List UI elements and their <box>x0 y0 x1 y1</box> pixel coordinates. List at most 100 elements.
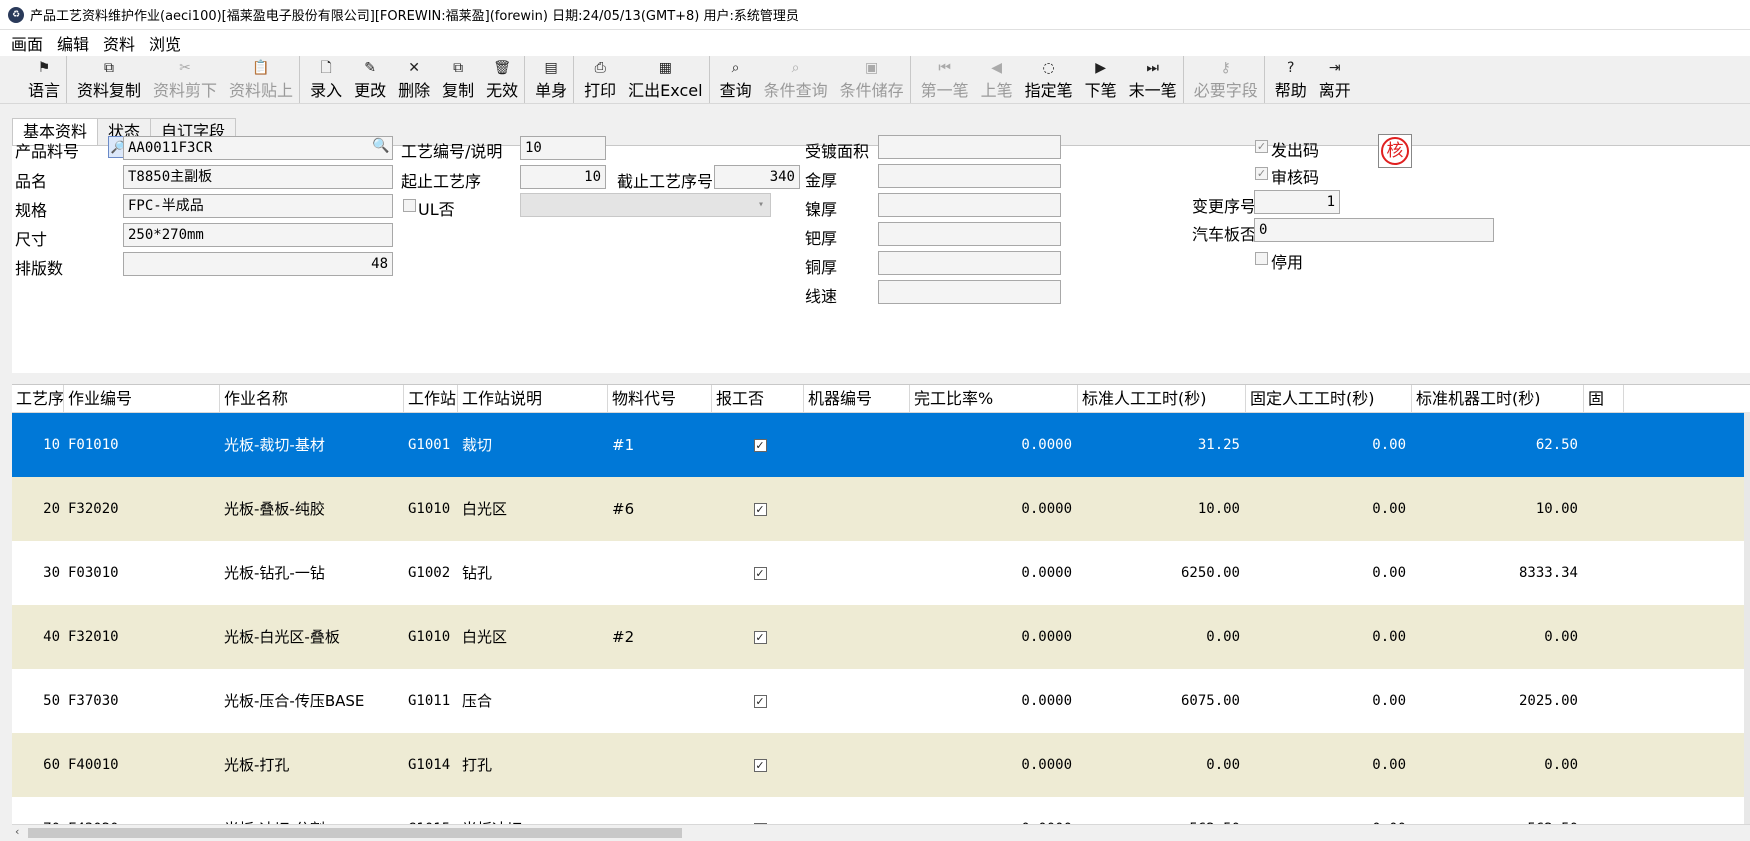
toolbar-button-17[interactable]: ◌ 指定笔 <box>1019 56 1079 103</box>
table-row[interactable]: 40 F32010 光板-白光区-叠板 G1010 白光区 #2 ✓ 0.0000 0.00 0.… <box>12 605 1750 669</box>
toolbar-button-11[interactable]: ▦ 汇出Excel <box>622 56 710 103</box>
toolbar-button-label: 复制 <box>442 80 475 100</box>
table-row[interactable]: 10 F01010 光板-裁切-基材 G1001 裁切 #1 ✓ 0.0000 31.25 0.0… <box>12 413 1750 477</box>
toolbar-button-19[interactable]: ⏭ 末一笔 <box>1123 56 1184 103</box>
menu-item-2[interactable]: 资料 <box>96 31 142 55</box>
toolbar-button-18[interactable]: ▶ 下笔 <box>1079 56 1123 103</box>
table-cell <box>612 733 712 797</box>
report-checkbox[interactable]: ✓ <box>753 503 767 516</box>
start-process-field[interactable]: 10 <box>520 165 606 189</box>
menu-item-1[interactable]: 编辑 <box>50 31 96 55</box>
ul-checkbox[interactable] <box>403 199 416 212</box>
toolbar-button-label: 帮助 <box>1274 80 1307 100</box>
column-header[interactable]: 工艺序 <box>12 385 64 413</box>
table-cell <box>808 413 910 477</box>
vertical-scrollbar[interactable] <box>1744 412 1750 824</box>
toolbar-button-label: 资料复制 <box>77 80 142 100</box>
table-cell: 0.0000 <box>1021 629 1072 645</box>
size-field[interactable]: 250*270mm <box>123 223 393 247</box>
table-cell: 光板-叠板-纯胶 <box>224 500 325 518</box>
table-cell: 裁切 <box>462 436 493 454</box>
toolbar-button-3[interactable]: 📋 资料贴上 <box>223 56 301 103</box>
toolbar-button-2[interactable]: ✂ 资料剪下 <box>147 56 223 103</box>
table-row[interactable]: 50 F37030 光板-压合-传压BASE G1011 压合 ✓ 0.0000 6075.0… <box>12 669 1750 733</box>
column-header[interactable]: 报工否 <box>712 385 804 413</box>
column-header[interactable]: 作业编号 <box>64 385 220 413</box>
table-cell <box>808 733 910 797</box>
layout-count-field[interactable]: 48 <box>123 252 393 276</box>
copper-thickness-field[interactable] <box>878 251 1061 275</box>
column-header[interactable]: 标准机器工时(秒) <box>1412 385 1584 413</box>
column-header[interactable]: 固 <box>1584 385 1624 413</box>
ul-select[interactable]: ▾ <box>520 193 771 217</box>
table-cell: G1001 <box>408 437 451 453</box>
toolbar-button-label: 打印 <box>584 80 617 100</box>
toolbar-button-0[interactable]: ⚑ 语言 <box>22 56 68 103</box>
table-row[interactable]: 70F43020光板-冲切-分割G1015光板冲切✓0.0000562.500.… <box>12 797 1750 824</box>
table-cell: 10 <box>43 437 60 453</box>
toolbar-button-6[interactable]: ✕ 删除 <box>392 56 436 103</box>
plating-area-field[interactable] <box>878 135 1061 159</box>
toolbar-button-12[interactable]: ⌕ 查询 <box>714 56 758 103</box>
search-icon[interactable]: 🔍 <box>372 138 389 154</box>
report-checkbox[interactable]: ✓ <box>753 631 767 644</box>
audit-code-checkbox[interactable]: ✓ <box>1255 167 1268 180</box>
disabled-checkbox[interactable] <box>1255 252 1268 265</box>
table-row[interactable]: 60 F40010 光板-打孔 G1014 打孔 ✓ 0.0000 0.00 0.00 0.00 <box>12 733 1750 797</box>
scroll-thumb[interactable] <box>28 828 682 838</box>
condition-save-icon: ▣ <box>864 59 879 76</box>
toolbar-button-5[interactable]: ✎ 更改 <box>348 56 392 103</box>
scroll-left-icon[interactable]: ‹ <box>15 825 19 838</box>
product-no-label: 产品料号 <box>15 142 80 161</box>
issue-code-checkbox[interactable]: ✓ <box>1255 140 1268 153</box>
end-process-field[interactable]: 340 <box>714 165 800 189</box>
process-no-field[interactable]: 10 <box>520 136 606 160</box>
auto-board-field[interactable]: 0 <box>1254 218 1494 242</box>
product-name-field[interactable]: T8850主副板 <box>123 165 393 189</box>
spec-field[interactable]: FPC-半成品 <box>123 194 393 218</box>
table-row[interactable]: 20 F32020 光板-叠板-纯胶 G1010 白光区 #6 ✓ 0.0000 10.00 0.… <box>12 477 1750 541</box>
line-speed-field[interactable] <box>878 280 1061 304</box>
column-header[interactable]: 工作站说明 <box>458 385 608 413</box>
column-header[interactable]: 物料代号 <box>608 385 712 413</box>
toolbar-button-1[interactable]: ⧉ 资料复制 <box>71 56 147 103</box>
report-checkbox[interactable]: ✓ <box>753 695 767 708</box>
toolbar-button-8[interactable]: 🗑 无效 <box>480 56 526 103</box>
table-cell: 562.50 <box>1412 797 1578 824</box>
column-header[interactable]: 机器编号 <box>804 385 910 413</box>
toolbar-button-4[interactable]: 🗋 录入 <box>304 56 348 103</box>
table-cell: 0.00 <box>1246 797 1406 824</box>
toolbar-button-13[interactable]: ⌕ 条件查询 <box>758 56 834 103</box>
report-checkbox[interactable]: ✓ <box>753 567 767 580</box>
toolbar-button-21[interactable]: ? 帮助 <box>1269 56 1313 103</box>
toolbar-button-14[interactable]: ▣ 条件储存 <box>834 56 911 103</box>
report-checkbox[interactable]: ✓ <box>753 759 767 772</box>
toolbar-button-label: 上笔 <box>980 80 1013 100</box>
toolbar-button-10[interactable]: ⎙ 打印 <box>578 56 622 103</box>
gold-thickness-field[interactable] <box>878 164 1061 188</box>
toolbar-button-16[interactable]: ◀ 上笔 <box>975 56 1019 103</box>
key-icon: ⚷ <box>1220 59 1231 76</box>
column-header[interactable]: 固定人工工时(秒) <box>1246 385 1412 413</box>
toolbar-button-20[interactable]: ⚷ 必要字段 <box>1188 56 1265 103</box>
column-header[interactable]: 标准人工工时(秒) <box>1078 385 1246 413</box>
column-header[interactable]: 作业名称 <box>220 385 404 413</box>
toolbar-button-7[interactable]: ⧉ 复制 <box>436 56 480 103</box>
product-no-field[interactable]: AA0011F3CR <box>123 136 393 160</box>
window-title: 产品工艺资料维护作业(aeci100)[福莱盈电子股份有限公司][FOREWIN… <box>30 9 799 24</box>
toolbar-button-22[interactable]: ⇥ 离开 <box>1313 56 1357 103</box>
menu-item-3[interactable]: 浏览 <box>142 31 188 55</box>
toolbar-button-label: 条件查询 <box>763 80 828 100</box>
palladium-thickness-field[interactable] <box>878 222 1061 246</box>
toolbar-button-15[interactable]: ⏮ 第一笔 <box>915 56 975 103</box>
column-header[interactable]: 工作站 <box>404 385 458 413</box>
report-checkbox[interactable]: ✓ <box>753 439 767 452</box>
menu-item-0[interactable]: 画面 <box>4 31 50 55</box>
change-seq-field[interactable]: 1 <box>1254 190 1340 214</box>
table-cell: 50 <box>43 693 60 709</box>
column-header[interactable]: 完工比率% <box>910 385 1078 413</box>
horizontal-scrollbar[interactable]: ‹ <box>12 824 1750 841</box>
nickel-thickness-field[interactable] <box>878 193 1061 217</box>
toolbar-button-9[interactable]: ▤ 单身 <box>529 56 575 103</box>
table-row[interactable]: 30 F03010 光板-钻孔-一钻 G1002 钻孔 ✓ 0.0000 6250.00 0.0… <box>12 541 1750 605</box>
